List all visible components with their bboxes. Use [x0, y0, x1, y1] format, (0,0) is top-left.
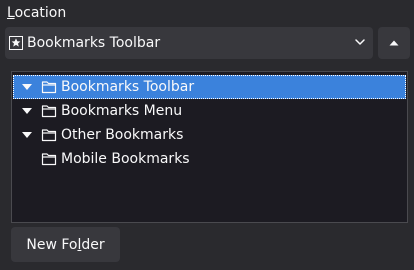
chevron-down-icon: [355, 39, 365, 45]
new-folder-button[interactable]: New Fo l der: [11, 227, 120, 262]
twisty-expanded-icon[interactable]: [21, 105, 33, 117]
tree-item-label: Bookmarks Toolbar: [61, 79, 195, 95]
tree-item-bookmarks-toolbar[interactable]: Bookmarks Toolbar: [13, 75, 406, 99]
tree-item-label: Bookmarks Menu: [61, 103, 183, 119]
tree-item-other-bookmarks[interactable]: Other Bookmarks: [13, 123, 406, 147]
tree-item-label: Other Bookmarks: [61, 127, 184, 143]
tree-item-label: Mobile Bookmarks: [61, 151, 190, 167]
new-folder-label-prefix: New Fo: [26, 236, 78, 253]
bookmarks-toolbar-icon: [8, 35, 24, 51]
chevron-up-icon: [389, 40, 399, 46]
folder-icon: [41, 129, 57, 142]
tree-item-mobile-bookmarks[interactable]: Mobile Bookmarks: [13, 147, 406, 171]
folder-select-dropdown[interactable]: Bookmarks Toolbar: [5, 27, 373, 59]
location-label-suffix: ocation: [14, 5, 67, 21]
twisty-expanded-icon[interactable]: [21, 129, 33, 141]
folder-tree[interactable]: Bookmarks Toolbar Bookmarks Menu Other B…: [11, 71, 408, 223]
twisty-expanded-icon[interactable]: [21, 81, 33, 93]
location-label: Location: [7, 4, 66, 22]
location-label-accesskey: L: [7, 5, 15, 21]
folder-tree-expander-button[interactable]: [378, 27, 410, 59]
folder-icon: [41, 153, 57, 166]
new-folder-label-suffix: der: [81, 236, 105, 253]
folder-icon: [41, 81, 57, 94]
tree-item-bookmarks-menu[interactable]: Bookmarks Menu: [13, 99, 406, 123]
folder-select-value: Bookmarks Toolbar: [27, 35, 161, 51]
folder-icon: [41, 105, 57, 118]
